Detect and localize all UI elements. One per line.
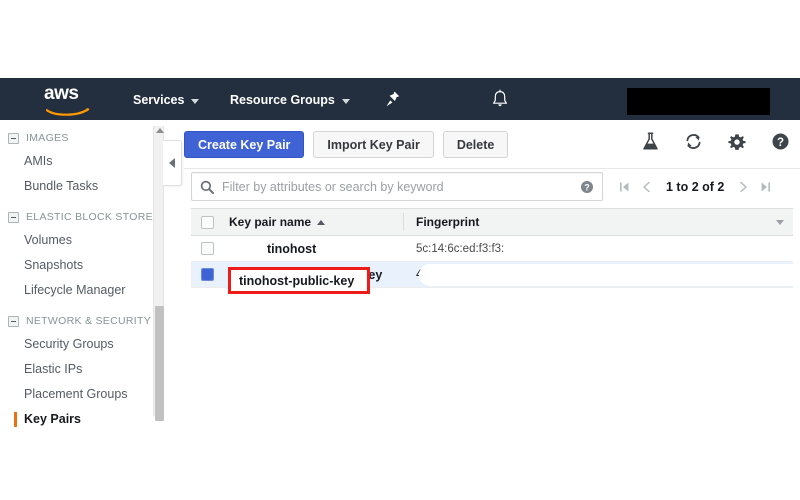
aws-ec2-key-pairs-screen: aws Services Resource Groups IMAGES AMIs… — [0, 0, 800, 500]
row-checkbox[interactable] — [200, 242, 214, 255]
scrollbar-thumb[interactable] — [155, 306, 164, 421]
key-pairs-toolbar: Create Key Pair Import Key Pair Delete — [184, 131, 509, 158]
annotation-highlight-label: tinohost-public-key — [239, 273, 355, 288]
pagination-range-label: 1 to 2 of 2 — [666, 179, 725, 194]
row-checkbox[interactable] — [200, 268, 214, 281]
help-icon[interactable]: ? — [771, 132, 790, 151]
panel-action-icons: ? — [642, 132, 790, 151]
toolbar-divider — [184, 168, 800, 169]
first-page-icon — [620, 182, 629, 191]
collapse-minus-icon[interactable] — [8, 132, 19, 144]
svg-text:?: ? — [584, 182, 590, 192]
sidebar-item-amis[interactable]: AMIs — [0, 149, 152, 174]
sort-ascending-icon — [317, 219, 326, 225]
collapse-minus-icon[interactable] — [8, 211, 19, 223]
search-input[interactable] — [222, 179, 572, 194]
chevron-left-icon — [643, 181, 650, 192]
sidebar-group-network-and-security[interactable]: NETWORK & SECURITY — [0, 310, 152, 332]
annotation-highlight-box: tinohost-public-key — [228, 267, 370, 294]
last-page-icon — [761, 182, 771, 191]
filter-and-pagination-row: ? 1 to 2 of 2 — [191, 172, 793, 201]
svg-text:?: ? — [777, 137, 784, 149]
search-box[interactable]: ? — [191, 172, 603, 201]
bell-icon[interactable] — [490, 89, 510, 109]
sidebar-item-elastic-ips[interactable]: Elastic IPs — [0, 357, 152, 382]
sidebar-item-security-groups[interactable]: Security Groups — [0, 332, 152, 357]
flask-icon[interactable] — [642, 132, 659, 151]
row-highlight-pill — [419, 264, 800, 286]
sidebar-group-elastic-block-store[interactable]: ELASTIC BLOCK STORE — [0, 206, 153, 228]
chevron-down-icon — [191, 98, 200, 104]
collapse-minus-icon[interactable] — [8, 315, 19, 327]
account-menu-redaction — [627, 88, 770, 115]
import-key-pair-button[interactable]: Import Key Pair — [313, 131, 434, 158]
column-divider — [403, 213, 404, 231]
nav-services[interactable]: Services — [133, 91, 200, 109]
delete-button[interactable]: Delete — [442, 131, 509, 158]
collapse-panel-button[interactable] — [163, 140, 182, 186]
column-header-key-pair-name[interactable]: Key pair name — [223, 215, 403, 229]
ec2-sidebar-navigation: IMAGES AMIs Bundle Tasks ELASTIC BLOCK S… — [0, 120, 153, 427]
nav-services-label: Services — [133, 93, 185, 107]
pagination-controls: 1 to 2 of 2 — [615, 172, 775, 201]
sidebar-item-snapshots[interactable]: Snapshots — [0, 253, 152, 278]
sidebar-item-bundle-tasks[interactable]: Bundle Tasks — [0, 174, 152, 199]
nav-resource-groups-label: Resource Groups — [230, 93, 335, 107]
sidebar-group-images[interactable]: IMAGES — [0, 127, 152, 149]
sidebar-group-label: ELASTIC BLOCK STORE — [26, 211, 153, 223]
chevron-left-icon — [169, 158, 175, 168]
column-options-caret-icon[interactable] — [776, 220, 784, 225]
column-header-label: Fingerprint — [416, 215, 480, 229]
sidebar-group-label: IMAGES — [26, 132, 69, 144]
aws-smile-icon — [45, 108, 90, 116]
aws-logo[interactable]: aws — [44, 83, 96, 116]
next-page-button[interactable] — [734, 176, 753, 198]
cell-key-pair-name: tinohost — [267, 241, 317, 256]
aws-wordmark: aws — [44, 83, 79, 104]
last-page-button[interactable] — [756, 176, 775, 198]
row-select-cell[interactable] — [191, 242, 223, 255]
table-row[interactable]: tinohost 5c:14:6c:ed:f3:f3: — [191, 236, 793, 262]
pin-icon[interactable] — [385, 90, 401, 108]
sidebar-item-placement-groups[interactable]: Placement Groups — [0, 382, 152, 407]
row-select-cell[interactable] — [191, 268, 223, 281]
sidebar-group-label: NETWORK & SECURITY — [26, 315, 151, 327]
sidebar-item-key-pairs[interactable]: Key Pairs — [0, 407, 152, 432]
refresh-icon[interactable] — [684, 132, 703, 151]
nav-resource-groups[interactable]: Resource Groups — [230, 91, 350, 109]
cell-fingerprint: 5c:14:6c:ed:f3:f3: — [416, 242, 505, 255]
scroll-up-arrow-icon[interactable] — [156, 128, 164, 133]
column-header-label: Key pair name — [229, 215, 312, 229]
select-all-checkbox[interactable] — [200, 215, 214, 229]
select-all-cell[interactable] — [191, 215, 223, 229]
sidebar-item-volumes[interactable]: Volumes — [0, 228, 152, 253]
column-header-fingerprint[interactable]: Fingerprint — [416, 215, 793, 229]
first-page-button[interactable] — [615, 176, 634, 198]
table-header-row: Key pair name Fingerprint — [191, 208, 793, 236]
search-icon — [200, 180, 214, 194]
chevron-right-icon — [740, 181, 748, 192]
help-circle-icon[interactable]: ? — [580, 180, 594, 194]
chevron-down-icon — [341, 98, 350, 104]
gear-icon[interactable] — [728, 133, 746, 151]
previous-page-button[interactable] — [637, 176, 656, 198]
create-key-pair-button[interactable]: Create Key Pair — [184, 131, 305, 158]
sidebar-item-lifecycle-manager[interactable]: Lifecycle Manager — [0, 278, 152, 303]
